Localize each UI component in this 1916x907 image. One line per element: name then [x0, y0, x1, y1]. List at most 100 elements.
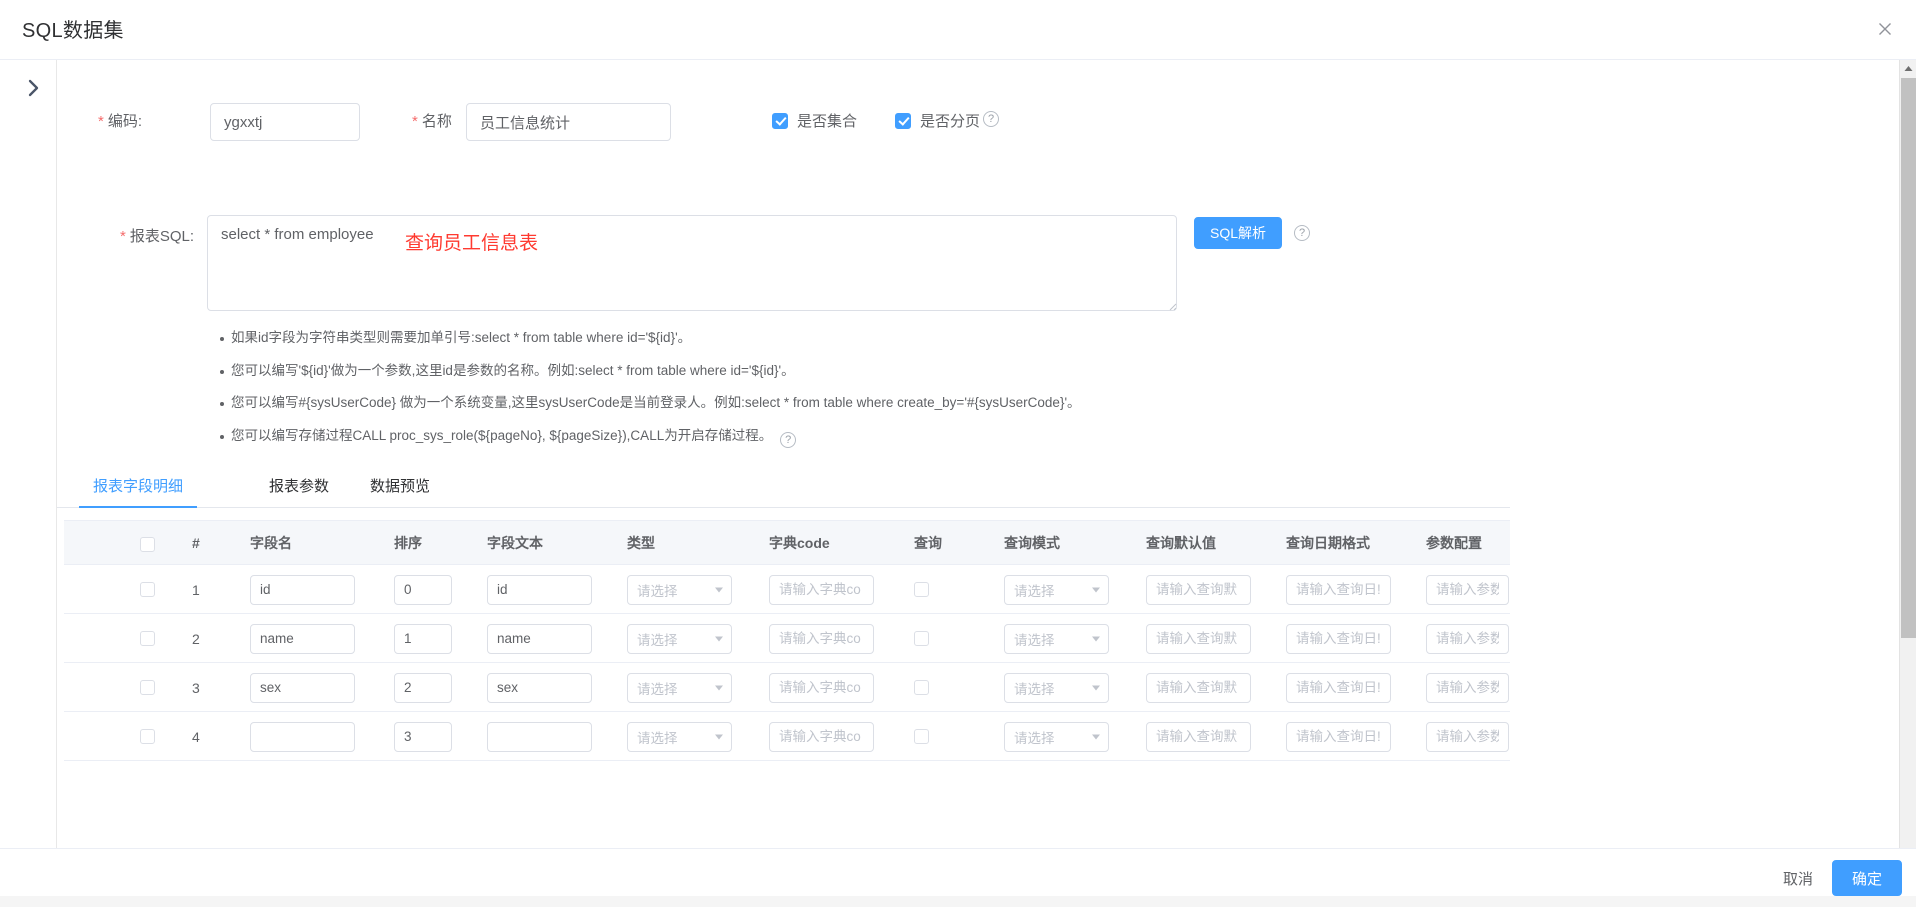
- chevron-down-icon: [1092, 685, 1100, 690]
- field-name-input[interactable]: [250, 574, 355, 605]
- scroll-up-arrow-icon[interactable]: [1900, 60, 1916, 77]
- checkbox-icon: [914, 680, 929, 695]
- query-mode-select[interactable]: 请选择: [1004, 672, 1109, 703]
- list-item: 如果id字段为字符串类型则需要加单引号:select * from table …: [57, 322, 1916, 355]
- param-config-input[interactable]: [1426, 574, 1509, 605]
- list-item: 您可以编写#{sysUserCode} 做为一个系统变量,这里sysUserCo…: [57, 387, 1916, 420]
- query-checkbox[interactable]: [914, 712, 929, 761]
- column-header-sort: 排序: [394, 535, 422, 551]
- column-header-dict-code: 字典code: [769, 535, 830, 551]
- table-header-row: # 字段名 排序 字段文本 类型 字典code 查询 查询模式 查询默认值 查询…: [64, 520, 1510, 565]
- dict-code-input[interactable]: [769, 721, 874, 752]
- query-date-format-input[interactable]: [1286, 672, 1391, 703]
- confirm-button[interactable]: 确定: [1832, 860, 1902, 896]
- close-icon[interactable]: [1868, 12, 1902, 46]
- checkbox-checked-icon: [895, 112, 911, 129]
- table-row: 3 请选择 请选择: [64, 663, 1510, 712]
- is-collection-checkbox[interactable]: 是否集合: [772, 110, 857, 131]
- sort-input[interactable]: [394, 672, 452, 703]
- question-circle-icon[interactable]: ?: [780, 431, 797, 448]
- field-text-input[interactable]: [487, 623, 592, 654]
- tab-data-preview[interactable]: 数据预览: [370, 468, 430, 508]
- query-checkbox[interactable]: [914, 614, 929, 663]
- query-default-input[interactable]: [1146, 574, 1251, 605]
- field-name-input[interactable]: [250, 721, 355, 752]
- column-header-query-mode: 查询模式: [1004, 535, 1060, 551]
- dict-code-input[interactable]: [769, 623, 874, 654]
- row-select-checkbox[interactable]: [140, 565, 155, 614]
- field-text-input[interactable]: [487, 672, 592, 703]
- table-row: 2 请选择 请选择: [64, 614, 1510, 663]
- tab-report-params[interactable]: 报表参数: [269, 468, 329, 508]
- chevron-right-icon[interactable]: [20, 72, 48, 104]
- query-default-input[interactable]: [1146, 672, 1251, 703]
- required-asterisk: *: [98, 113, 104, 130]
- cancel-button[interactable]: 取消: [1774, 862, 1822, 895]
- sql-textarea[interactable]: select * from employee: [207, 215, 1177, 311]
- dict-code-input[interactable]: [769, 574, 874, 605]
- table-row: 1 请选择 请选择: [64, 565, 1510, 614]
- type-select[interactable]: 请选择: [627, 623, 732, 654]
- sort-input[interactable]: [394, 721, 452, 752]
- chevron-down-icon: [1092, 587, 1100, 592]
- chevron-down-icon: [1092, 636, 1100, 641]
- query-mode-select[interactable]: 请选择: [1004, 623, 1109, 654]
- checkbox-icon: [140, 582, 155, 597]
- dialog-content: *编码: *名称 是否集合 是否分页 ? *报表SQ: [57, 60, 1916, 848]
- query-date-format-input[interactable]: [1286, 721, 1391, 752]
- page-title: SQL数据集: [22, 20, 124, 42]
- checkbox-icon: [914, 582, 929, 597]
- query-checkbox[interactable]: [914, 565, 929, 614]
- list-item: 您可以编写'${id}'做为一个参数,这里id是参数的名称。例如:select …: [57, 355, 1916, 388]
- query-default-input[interactable]: [1146, 721, 1251, 752]
- sql-label: * 报表SQL:: [120, 228, 195, 245]
- type-select[interactable]: 请选择: [627, 672, 732, 703]
- dict-code-input[interactable]: [769, 672, 874, 703]
- query-date-format-input[interactable]: [1286, 623, 1391, 654]
- type-select[interactable]: 请选择: [627, 574, 732, 605]
- checkbox-icon: [140, 536, 155, 552]
- code-input[interactable]: [210, 103, 360, 141]
- sql-dataset-dialog: SQL数据集 *编码: *名称: [0, 0, 1916, 907]
- checkbox-icon: [140, 729, 155, 744]
- row-select-checkbox[interactable]: [140, 614, 155, 663]
- column-header-query: 查询: [914, 535, 942, 551]
- query-default-input[interactable]: [1146, 623, 1251, 654]
- checkbox-icon: [140, 680, 155, 695]
- vertical-scrollbar[interactable]: [1899, 60, 1916, 848]
- tab-bar: 报表字段明细 报表参数 数据预览: [57, 468, 1510, 508]
- is-paging-checkbox[interactable]: 是否分页: [895, 110, 980, 131]
- name-label: * 名称: [412, 113, 452, 130]
- name-input[interactable]: [466, 103, 671, 141]
- field-text-input[interactable]: [487, 721, 592, 752]
- field-name-input[interactable]: [250, 623, 355, 654]
- sort-input[interactable]: [394, 574, 452, 605]
- column-header-param-config: 参数配置: [1426, 535, 1482, 551]
- type-select[interactable]: 请选择: [627, 721, 732, 752]
- query-mode-select[interactable]: 请选择: [1004, 721, 1109, 752]
- field-name-input[interactable]: [250, 672, 355, 703]
- question-circle-icon[interactable]: ?: [1294, 225, 1310, 241]
- row-select-checkbox[interactable]: [140, 663, 155, 712]
- sort-input[interactable]: [394, 623, 452, 654]
- query-date-format-input[interactable]: [1286, 574, 1391, 605]
- param-config-input[interactable]: [1426, 672, 1509, 703]
- field-text-input[interactable]: [487, 574, 592, 605]
- query-checkbox[interactable]: [914, 663, 929, 712]
- row-select-checkbox[interactable]: [140, 712, 155, 761]
- param-config-input[interactable]: [1426, 623, 1509, 654]
- param-config-input[interactable]: [1426, 721, 1509, 752]
- chevron-down-icon: [715, 685, 723, 690]
- query-mode-select[interactable]: 请选择: [1004, 574, 1109, 605]
- select-all-checkbox[interactable]: [140, 521, 155, 566]
- tab-field-detail[interactable]: 报表字段明细: [79, 468, 197, 508]
- chevron-down-icon: [715, 734, 723, 739]
- column-header-query-date-format: 查询日期格式: [1286, 535, 1370, 551]
- scrollbar-thumb[interactable]: [1901, 78, 1916, 638]
- column-header-query-default: 查询默认值: [1146, 535, 1216, 551]
- question-circle-icon[interactable]: ?: [983, 111, 999, 127]
- sidebar-collapse-strip: [0, 60, 57, 848]
- bottom-strip: [0, 896, 1916, 907]
- list-item: 您可以编写存储过程CALL proc_sys_role(${pageNo}, $…: [57, 420, 1916, 453]
- sql-parse-button[interactable]: SQL解析: [1194, 217, 1282, 249]
